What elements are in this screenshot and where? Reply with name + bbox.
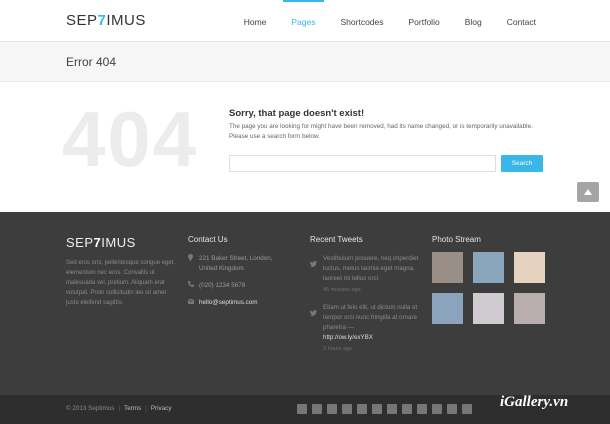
flickr-icon[interactable] [372, 404, 382, 414]
tweet-item: Vestibulum posuere, neq imperdiet luctus… [310, 254, 419, 293]
photostream-thumbnail[interactable] [473, 293, 504, 324]
page-title-bar: Error 404 [0, 42, 610, 82]
contact-address: 221 Baker Street, London, United Kingdom [199, 255, 273, 272]
photostream-thumbnail[interactable] [432, 252, 463, 283]
contact-title: Contact Us [188, 235, 228, 244]
contact-address-row: 221 Baker Street, London, United Kingdom [188, 254, 285, 274]
tweet-text: Etiam ut felo elit, ut dictum nulla et t… [323, 304, 418, 331]
skype-icon[interactable] [417, 404, 427, 414]
vimeo-icon[interactable] [462, 404, 472, 414]
photostream-thumbnail[interactable] [514, 252, 545, 283]
error-heading: Sorry, that page doesn't exist! [229, 108, 365, 119]
footer-tweets-column: Recent Tweets Vestibulum posuere, neq im… [310, 235, 419, 352]
contact-phone-row: (020) 1234 5678 [188, 281, 285, 291]
tweet-text: Vestibulum posuere, neq imperdiet luctus… [323, 255, 419, 282]
search-button[interactable]: Search [501, 155, 543, 172]
facebook-icon[interactable] [297, 404, 307, 414]
logo-suffix: IMUS [106, 12, 146, 29]
footer-about-text: Sed eros orci, pellentesque congue eget,… [66, 260, 176, 306]
youtube-icon[interactable] [447, 404, 457, 414]
googleplus-icon[interactable] [327, 404, 337, 414]
main-nav: Home Pages Shortcodes Portfolio Blog Con… [227, 0, 544, 42]
twitter-bird-icon [310, 303, 323, 352]
dribbble-icon[interactable] [387, 404, 397, 414]
footer-logo-prefix: SEP [66, 235, 94, 250]
nav-home[interactable]: Home [236, 0, 275, 42]
nav-portfolio[interactable]: Portfolio [401, 0, 448, 42]
rss-icon[interactable] [402, 404, 412, 414]
photostream-thumbnail[interactable] [473, 252, 504, 283]
copyright-area: © 2013 Septimus | Terms | Privacy [66, 405, 172, 412]
social-icons [297, 404, 477, 414]
pinterest-icon[interactable] [357, 404, 367, 414]
copyright-text: © 2013 Septimus [66, 405, 115, 412]
terms-link[interactable]: Terms [124, 405, 141, 412]
contact-email[interactable]: hello@septimus.com [199, 298, 258, 308]
page-title: Error 404 [66, 55, 117, 69]
footer-photostream-column: Photo Stream [432, 235, 545, 324]
photostream-grid [432, 252, 545, 324]
tweet-time: 45 minutes ago [323, 287, 361, 293]
email-icon [187, 298, 198, 308]
privacy-link[interactable]: Privacy [151, 405, 172, 412]
twitter-icon[interactable] [312, 404, 322, 414]
nav-contact[interactable]: Contact [499, 0, 544, 42]
nav-blog[interactable]: Blog [457, 0, 490, 42]
logo-prefix: SEP [66, 12, 98, 29]
phone-icon [188, 281, 198, 291]
nav-pages[interactable]: Pages [283, 0, 324, 42]
photostream-title: Photo Stream [432, 235, 481, 244]
tumblr-icon[interactable] [432, 404, 442, 414]
footer-logo-suffix: IMUS [101, 235, 136, 250]
site-logo[interactable]: SEP7IMUS [66, 12, 146, 29]
chevron-up-icon [584, 189, 592, 195]
watermark: iGallery.vn [500, 394, 569, 410]
search-input[interactable] [229, 155, 496, 172]
tweet-link[interactable]: http://ow.ly/exYBX [323, 333, 419, 343]
error-code-graphic: 404 [62, 95, 199, 183]
photostream-thumbnail[interactable] [432, 293, 463, 324]
footer-contact-column: Contact Us 221 Baker Street, London, Uni… [187, 235, 285, 308]
error-description: The page you are looking for might have … [229, 123, 533, 140]
site-header: SEP7IMUS Home Pages Shortcodes Portfolio… [0, 0, 610, 42]
tweet-time: 2 hours ago [323, 346, 353, 352]
footer-logo[interactable]: SEP7IMUS [66, 235, 178, 250]
contact-email-row: hello@septimus.com [187, 298, 285, 308]
contact-phone: (020) 1234 5678 [199, 282, 246, 289]
location-pin-icon [188, 254, 198, 265]
nav-shortcodes[interactable]: Shortcodes [333, 0, 392, 42]
twitter-bird-icon [310, 254, 323, 293]
tweet-item: Etiam ut felo elit, ut dictum nulla et t… [310, 303, 419, 352]
tweets-title: Recent Tweets [310, 235, 363, 244]
back-to-top-button[interactable] [577, 182, 599, 202]
site-footer: SEP7IMUS Sed eros orci, pellentesque con… [0, 212, 610, 395]
footer-about-column: SEP7IMUS Sed eros orci, pellentesque con… [66, 235, 178, 308]
linkedin-icon[interactable] [342, 404, 352, 414]
photostream-thumbnail[interactable] [514, 293, 545, 324]
